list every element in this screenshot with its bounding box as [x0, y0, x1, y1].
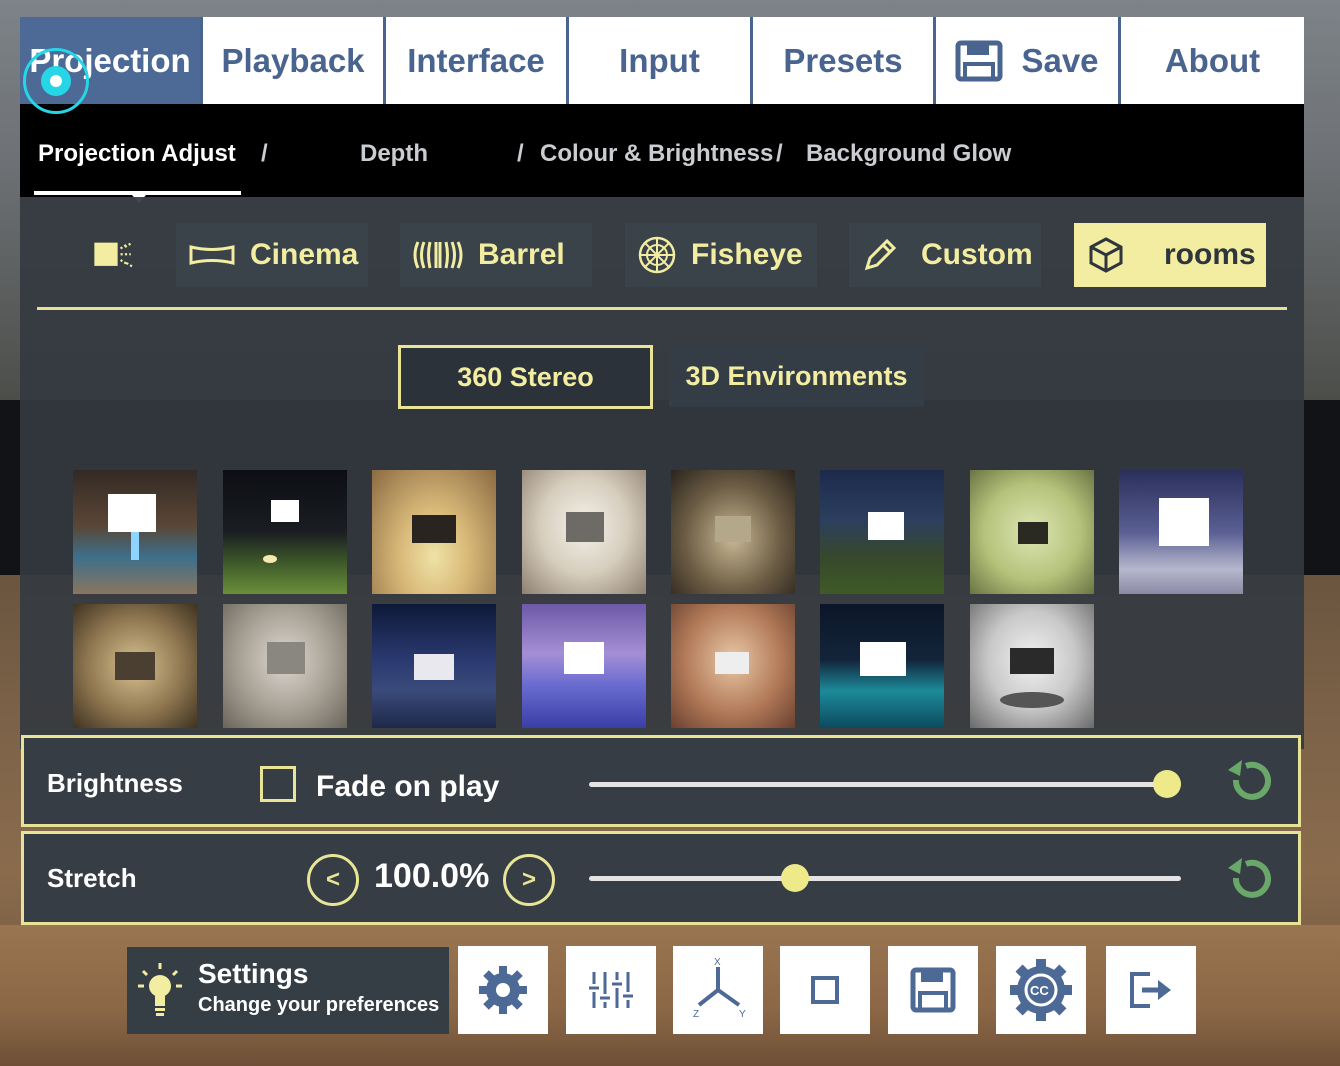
subnav-colour-brightness[interactable]: Colour & Brightness: [540, 140, 773, 168]
reset-icon[interactable]: [1224, 756, 1276, 808]
exit-icon: [1130, 972, 1171, 1008]
wide-screen-icon: [189, 245, 235, 265]
environment-thumbnail[interactable]: [1119, 470, 1243, 594]
subnav-separator: /: [776, 140, 783, 167]
subnav-depth[interactable]: Depth: [360, 140, 428, 168]
environment-thumbnail[interactable]: [820, 470, 944, 594]
environment-thumbnail[interactable]: [820, 604, 944, 728]
mode-fisheye[interactable]: Fisheye: [625, 223, 817, 287]
sub-navigation: Projection Adjust / Depth / Colour & Bri…: [20, 104, 1304, 203]
subnav-projection-adjust[interactable]: Projection Adjust: [38, 140, 236, 168]
svg-text:Z: Z: [693, 1009, 699, 1020]
environment-thumbnail[interactable]: [372, 604, 496, 728]
square-icon: [811, 976, 839, 1004]
floppy-disk-icon: [910, 967, 956, 1013]
environment-thumbnail[interactable]: [223, 604, 347, 728]
tab-about[interactable]: About: [1121, 17, 1304, 104]
subtitles-gear-icon: CC: [1010, 959, 1072, 1021]
mode-cinema[interactable]: Cinema: [176, 223, 368, 287]
gear-icon: [479, 966, 527, 1014]
mode-projector[interactable]: [78, 223, 152, 287]
gaze-cursor: [23, 48, 89, 114]
tab-360-stereo[interactable]: 360 Stereo: [398, 345, 653, 409]
cube-icon: [1089, 237, 1123, 273]
fade-on-play-label: Fade on play: [316, 770, 500, 803]
svg-text:Y: Y: [739, 1009, 746, 1020]
tab-playback[interactable]: Playback: [203, 17, 386, 104]
environment-thumbnail[interactable]: [73, 604, 197, 728]
mode-barrel[interactable]: Barrel: [400, 223, 592, 287]
environment-thumbnail[interactable]: [970, 604, 1094, 728]
equalizer-button[interactable]: [566, 946, 656, 1034]
environment-thumbnail[interactable]: [372, 470, 496, 594]
settings-card[interactable]: Settings Change your preferences: [127, 947, 449, 1034]
environment-thumbnail[interactable]: [671, 470, 795, 594]
axes-icon: X Z Y: [693, 957, 746, 1020]
stretch-label: Stretch: [47, 863, 137, 893]
stretch-value: 100.0%: [374, 857, 490, 895]
tab-input[interactable]: Input: [569, 17, 753, 104]
subnav-separator: /: [261, 140, 268, 167]
stretch-decrease-button[interactable]: <: [307, 854, 359, 906]
environment-thumbnail[interactable]: [522, 470, 646, 594]
subnav-background-glow[interactable]: Background Glow: [806, 140, 1011, 168]
stretch-slider-knob[interactable]: [780, 864, 809, 892]
fade-on-play-checkbox[interactable]: [260, 766, 296, 802]
mode-rooms[interactable]: rooms: [1074, 223, 1266, 287]
brightness-label: Brightness: [47, 768, 183, 798]
stretch-slider-track[interactable]: [589, 864, 1181, 892]
projection-modes-area: Cinema Barrel Fisheye Custom rooms 360 S…: [20, 197, 1304, 749]
svg-text:X: X: [714, 957, 721, 968]
gaze-cursor-dot: [41, 66, 71, 96]
brightness-slider-track[interactable]: [589, 770, 1181, 798]
tab-3d-environments[interactable]: 3D Environments: [669, 345, 924, 407]
exit-button[interactable]: [1106, 946, 1196, 1034]
svg-text:CC: CC: [1030, 983, 1049, 998]
environment-thumbnail[interactable]: [223, 470, 347, 594]
stretch-row: Stretch < 100.0% >: [21, 831, 1301, 925]
tab-interface[interactable]: Interface: [386, 17, 569, 104]
fisheye-icon: [638, 236, 676, 274]
tab-save[interactable]: Save: [936, 17, 1121, 104]
environment-thumbnail[interactable]: [970, 470, 1094, 594]
settings-subtitle: Change your preferences: [198, 994, 440, 1016]
equalizer-icon: [589, 972, 633, 1008]
tab-presets[interactable]: Presets: [753, 17, 936, 104]
settings-panel: Projection Playback Interface Input Pres…: [20, 17, 1304, 925]
subnav-separator: /: [517, 140, 524, 167]
reset-icon[interactable]: [1224, 854, 1276, 906]
subtitles-settings-button[interactable]: CC: [996, 946, 1086, 1034]
settings-button[interactable]: [458, 946, 548, 1034]
projector-icon: [94, 241, 135, 269]
stretch-increase-button[interactable]: >: [503, 854, 555, 906]
environment-thumbnail[interactable]: [73, 470, 197, 594]
lightbulb-icon: [138, 963, 182, 1016]
environment-thumbnail[interactable]: [671, 604, 795, 728]
axes-button[interactable]: X Z Y: [673, 946, 763, 1034]
brightness-row: Brightness Fade on play: [21, 735, 1301, 827]
mode-custom[interactable]: Custom: [849, 223, 1041, 287]
settings-title: Settings: [198, 958, 309, 989]
save-preset-button[interactable]: [888, 946, 978, 1034]
modes-divider: [37, 307, 1287, 310]
pencil-icon: [864, 238, 897, 271]
barrel-icon: [413, 241, 463, 269]
main-tabs: Projection Playback Interface Input Pres…: [20, 17, 1304, 104]
floppy-disk-icon: [955, 40, 1003, 81]
stop-button[interactable]: [780, 946, 870, 1034]
brightness-slider-knob[interactable]: [1153, 770, 1181, 798]
environment-thumbnail[interactable]: [522, 604, 646, 728]
